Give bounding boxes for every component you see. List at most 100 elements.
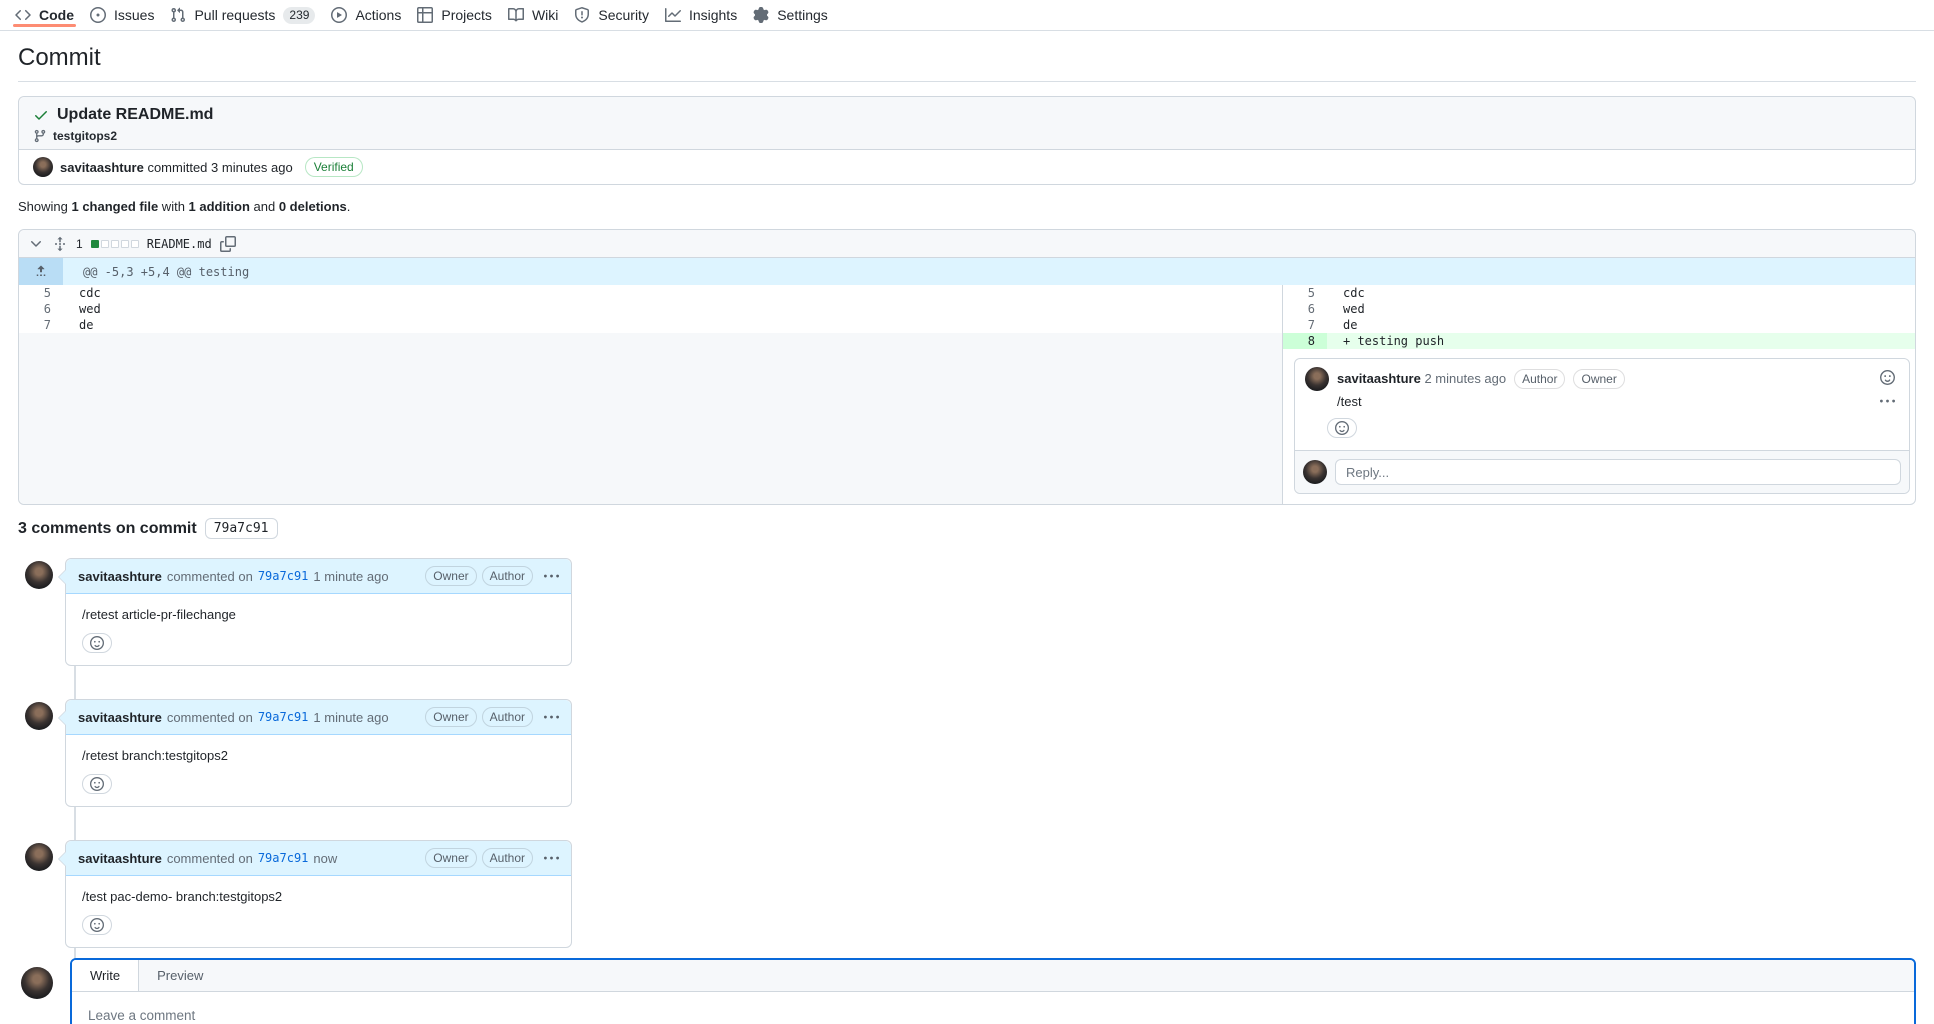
- diff-line-added: 8+ testing push: [1283, 333, 1915, 349]
- page-title: Commit: [18, 44, 1916, 82]
- comment-item: savitaashture commented on 79a7c91 1 min…: [18, 699, 1916, 807]
- smiley-icon[interactable]: [1880, 370, 1895, 385]
- new-comment-form: Write Preview: [18, 958, 1916, 1024]
- tab-code[interactable]: Code: [7, 0, 82, 30]
- line-number[interactable]: 5: [19, 285, 63, 301]
- kebab-icon: [544, 569, 559, 584]
- kebab-icon: [544, 710, 559, 725]
- line-number[interactable]: 6: [19, 301, 63, 317]
- line-code: + testing push: [1327, 333, 1915, 349]
- diffstat: [91, 240, 139, 248]
- inline-review-thread: savitaashture 2 minutes ago Author Owner…: [1294, 358, 1910, 494]
- tab-settings[interactable]: Settings: [745, 0, 836, 30]
- owner-badge: Owner: [425, 566, 476, 586]
- tab-security[interactable]: Security: [566, 0, 657, 30]
- line-code: de: [1327, 317, 1915, 333]
- file-name[interactable]: README.md: [147, 237, 212, 251]
- changed-files-count: 1 changed file: [71, 199, 158, 214]
- smiley-icon: [90, 636, 104, 650]
- comment-header: savitaashture commented on 79a7c91 1 min…: [66, 559, 571, 594]
- graph-icon: [665, 7, 681, 23]
- avatar[interactable]: [1303, 460, 1327, 484]
- tab-label: Settings: [777, 7, 828, 23]
- gear-icon: [753, 7, 769, 23]
- tab-projects[interactable]: Projects: [409, 0, 500, 30]
- comment-time: 1 minute ago: [313, 708, 388, 727]
- diffstat-addition-block: [91, 240, 99, 248]
- comment-sha-link[interactable]: 79a7c91: [258, 708, 309, 727]
- avatar[interactable]: [25, 843, 53, 871]
- check-icon: [33, 107, 49, 123]
- git-branch-icon: [33, 129, 47, 143]
- play-icon: [331, 7, 347, 23]
- inline-comment-time: 2 minutes ago: [1424, 371, 1506, 386]
- comment-sha-link[interactable]: 79a7c91: [258, 849, 309, 868]
- comment-author[interactable]: savitaashture: [78, 567, 162, 586]
- comment-time: 1 minute ago: [313, 567, 388, 586]
- additions-count: 1 addition: [189, 199, 250, 214]
- comment-box: savitaashture commented on 79a7c91 now O…: [65, 840, 572, 948]
- unfold-icon[interactable]: [52, 236, 68, 252]
- git-pull-request-icon: [170, 7, 186, 23]
- reply-input[interactable]: [1335, 459, 1901, 485]
- verified-badge[interactable]: Verified: [305, 157, 363, 177]
- comment-author[interactable]: savitaashture: [78, 849, 162, 868]
- add-reaction-button[interactable]: [82, 633, 112, 653]
- avatar[interactable]: [25, 561, 53, 589]
- copy-icon[interactable]: [220, 236, 236, 252]
- editor-tabs: Write Preview: [72, 960, 1914, 992]
- avatar[interactable]: [25, 702, 53, 730]
- commit-action: committed 3 minutes ago: [147, 160, 292, 175]
- tab-wiki[interactable]: Wiki: [500, 0, 566, 30]
- add-reaction-button[interactable]: [82, 774, 112, 794]
- tab-issues[interactable]: Issues: [82, 0, 162, 30]
- diff-empty-filler: [19, 333, 1282, 504]
- avatar[interactable]: [33, 157, 53, 177]
- line-code: wed: [63, 301, 1282, 317]
- author-badge: Author: [482, 566, 533, 586]
- tab-label: Pull requests: [194, 7, 275, 23]
- chevron-down-icon[interactable]: [28, 236, 44, 252]
- diff-file: 1 README.md @@ -5,3 +5,4 @@ testing 5cdc…: [18, 229, 1916, 505]
- tab-label: Insights: [689, 7, 737, 23]
- tab-insights[interactable]: Insights: [657, 0, 745, 30]
- commit-message: Update README.md: [57, 105, 213, 125]
- comment-body: /test pac-demo- branch:testgitops2: [66, 876, 571, 947]
- comment-options-button[interactable]: [544, 710, 559, 725]
- line-code: cdc: [63, 285, 1282, 301]
- comment-editor: Write Preview: [70, 958, 1916, 1024]
- line-number[interactable]: 7: [1283, 317, 1327, 333]
- comment-sha-link[interactable]: 79a7c91: [258, 567, 309, 586]
- commit-author[interactable]: savitaashture: [60, 160, 144, 175]
- add-reaction-button[interactable]: [1327, 418, 1357, 438]
- tab-pull-requests[interactable]: Pull requests 239: [162, 0, 323, 30]
- avatar[interactable]: [1305, 367, 1329, 391]
- owner-badge: Owner: [425, 848, 476, 868]
- shield-icon: [574, 7, 590, 23]
- kebab-icon[interactable]: [1880, 394, 1895, 409]
- diff-pane-right: 5cdc 6wed 7de 8+ testing push savitaasht…: [1282, 285, 1915, 504]
- line-number[interactable]: 6: [1283, 301, 1327, 317]
- line-number[interactable]: 8: [1283, 333, 1327, 349]
- comment-options-button[interactable]: [544, 569, 559, 584]
- line-number[interactable]: 5: [1283, 285, 1327, 301]
- comment-textarea[interactable]: [80, 1000, 1906, 1024]
- inline-comment-author[interactable]: savitaashture: [1337, 371, 1421, 386]
- comment-author[interactable]: savitaashture: [78, 708, 162, 727]
- tab-label: Projects: [441, 7, 492, 23]
- branch-name[interactable]: testgitops2: [53, 129, 117, 143]
- tab-write[interactable]: Write: [72, 960, 139, 991]
- expand-hunk-button[interactable]: [19, 258, 63, 285]
- diff-line: 5cdc: [19, 285, 1282, 301]
- tab-preview[interactable]: Preview: [139, 960, 221, 991]
- tab-actions[interactable]: Actions: [323, 0, 409, 30]
- add-reaction-button[interactable]: [82, 915, 112, 935]
- pull-requests-counter: 239: [283, 7, 315, 24]
- comment-time: now: [313, 849, 337, 868]
- line-number[interactable]: 7: [19, 317, 63, 333]
- comment-options-button[interactable]: [544, 851, 559, 866]
- author-badge: Author: [1514, 369, 1565, 389]
- commit-sha-chip[interactable]: 79a7c91: [205, 518, 278, 539]
- repo-nav: Code Issues Pull requests 239 Actions Pr…: [0, 0, 1934, 31]
- avatar[interactable]: [21, 967, 53, 999]
